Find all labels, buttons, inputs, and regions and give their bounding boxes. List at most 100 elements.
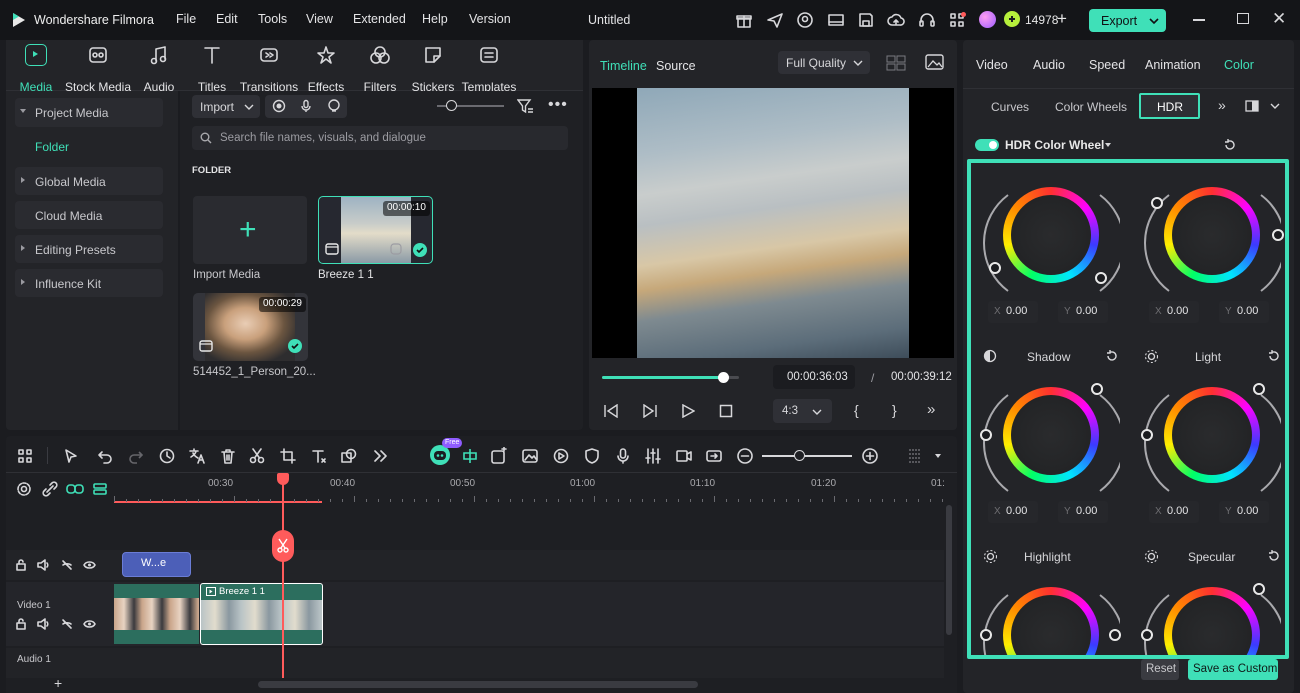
ai-edit-icon[interactable] [490, 447, 508, 465]
send-icon[interactable] [766, 11, 784, 29]
image-edit-icon[interactable] [521, 447, 539, 465]
wheel-handle[interactable] [1091, 383, 1103, 395]
playhead-handle[interactable] [277, 473, 289, 485]
menu-tools[interactable]: Tools [258, 12, 287, 26]
stop-icon[interactable] [719, 404, 733, 418]
wheel-handle[interactable] [980, 629, 992, 641]
wheel-3-x-input[interactable]: X 0.00 [988, 501, 1038, 523]
subtab-color-wheels[interactable]: Color Wheels [1055, 100, 1127, 114]
wheel-4-x-input[interactable]: X 0.00 [1149, 501, 1199, 523]
snapshot-icon[interactable] [925, 54, 944, 71]
wheel-handle[interactable] [980, 429, 992, 441]
split-at-playhead-button[interactable] [272, 530, 294, 562]
timeline-settings-icon[interactable] [16, 481, 32, 497]
title-clip[interactable]: W...e [122, 552, 191, 577]
media-item-person[interactable]: 00:00:29 [193, 293, 308, 361]
tab-source[interactable]: Source [656, 59, 696, 73]
wheel-2-x-input[interactable]: X 0.00 [1149, 301, 1199, 323]
microphone-icon[interactable] [299, 99, 313, 113]
wheel-handle[interactable] [1151, 197, 1163, 209]
playhead[interactable] [282, 473, 284, 678]
auto-reframe-icon[interactable] [705, 447, 723, 465]
menu-edit[interactable]: Edit [216, 12, 238, 26]
expand-arrow-icon[interactable] [934, 453, 942, 459]
quality-dropdown[interactable]: Full Quality [778, 51, 870, 74]
play-icon[interactable] [681, 404, 695, 418]
previous-frame-icon[interactable] [603, 404, 619, 418]
tab-speed[interactable]: Speed [1089, 58, 1125, 72]
gift-icon[interactable] [735, 11, 753, 29]
chevron-down-icon[interactable] [1270, 103, 1280, 110]
zoom-slider-thumb[interactable] [794, 450, 805, 461]
mark-out-icon[interactable]: } [892, 402, 897, 418]
eye-icon[interactable] [83, 618, 96, 630]
add-track-icon[interactable]: + [54, 675, 62, 691]
reset-icon[interactable] [1223, 138, 1237, 152]
media-item-breeze[interactable]: 00:00:10 [318, 196, 433, 264]
wheel-handle[interactable] [1253, 583, 1265, 595]
speed-icon[interactable] [552, 447, 570, 465]
wheel-handle[interactable] [1109, 629, 1121, 641]
breeze-video-clip[interactable]: Breeze 1 1 [200, 583, 323, 645]
hdr-color-wheel-1[interactable] [1003, 187, 1099, 283]
category-stickers[interactable]: Stickers [412, 44, 454, 94]
zoom-out-icon[interactable] [736, 447, 754, 465]
track-height-icon[interactable] [906, 447, 924, 465]
category-transitions[interactable]: Transitions [240, 44, 298, 94]
category-titles[interactable]: Titles [198, 44, 226, 94]
speaker-icon[interactable] [37, 618, 51, 630]
snap-icon[interactable] [92, 481, 108, 497]
category-stock-media[interactable]: Stock Media [65, 44, 131, 94]
sidebar-item-project-media[interactable]: Project Media [15, 98, 163, 127]
split-audio-icon[interactable] [461, 447, 479, 465]
reset-icon[interactable] [1267, 349, 1281, 363]
minimize-icon[interactable] [1193, 19, 1205, 21]
horizontal-scrollbar[interactable] [258, 681, 698, 688]
add-credits-icon[interactable]: + [1057, 10, 1067, 28]
sidebar-item-global-media[interactable]: Global Media [15, 167, 163, 195]
redo-icon[interactable] [127, 447, 145, 465]
lock-icon[interactable] [15, 618, 27, 630]
hdr-toggle[interactable] [975, 139, 999, 151]
speaker-icon[interactable] [37, 559, 51, 571]
tab-video[interactable]: Video [976, 58, 1008, 72]
playback-progress-bar[interactable] [602, 372, 739, 383]
wheel-handle[interactable] [1095, 272, 1107, 284]
wheel-2-y-input[interactable]: Y 0.00 [1219, 301, 1269, 323]
ai-voice-icon[interactable] [327, 99, 341, 113]
vertical-scrollbar[interactable] [946, 505, 952, 635]
hdr-color-wheel-shadow[interactable] [1003, 387, 1099, 483]
category-media[interactable]: Media [20, 44, 52, 94]
slider-thumb[interactable] [446, 100, 457, 111]
tab-animation[interactable]: Animation [1145, 58, 1201, 72]
menu-file[interactable]: File [176, 12, 196, 26]
category-effects[interactable]: Effects [308, 44, 344, 94]
more-options-icon[interactable]: ••• [548, 96, 568, 114]
person-video-clip[interactable] [114, 584, 199, 644]
crop-icon[interactable] [279, 447, 297, 465]
tab-audio[interactable]: Audio [1033, 58, 1065, 72]
category-audio[interactable]: Audio [144, 44, 174, 94]
category-filters[interactable]: Filters [364, 44, 396, 94]
sidebar-item-influence-kit[interactable]: Influence Kit [15, 269, 163, 297]
mask-shape-icon[interactable] [340, 447, 358, 465]
zoom-slider[interactable] [762, 455, 852, 457]
menu-extended[interactable]: Extended [353, 12, 406, 26]
record-screen-icon[interactable] [272, 99, 286, 113]
subtab-curves[interactable]: Curves [991, 100, 1029, 114]
wheel-1-x-input[interactable]: X 0.00 [988, 301, 1038, 323]
tab-timeline[interactable]: Timeline [600, 59, 647, 73]
save-as-custom-button[interactable]: Save as Custom [1188, 659, 1278, 680]
tab-color[interactable]: Color [1224, 58, 1254, 72]
audio-mixer-icon[interactable] [644, 447, 662, 465]
wheel-handle[interactable] [1272, 229, 1284, 241]
wheel-3-y-input[interactable]: Y 0.00 [1058, 501, 1108, 523]
next-frame-icon[interactable] [642, 404, 658, 418]
sidebar-item-editing-presets[interactable]: Editing Presets [15, 235, 163, 263]
wheel-1-y-input[interactable]: Y 0.00 [1058, 301, 1108, 323]
subtab-hdr[interactable]: HDR [1139, 93, 1200, 119]
community-icon[interactable] [796, 11, 814, 29]
hide-track-icon[interactable] [61, 618, 73, 630]
select-tool-icon[interactable] [62, 447, 80, 465]
wheel-handle[interactable] [989, 262, 1001, 274]
